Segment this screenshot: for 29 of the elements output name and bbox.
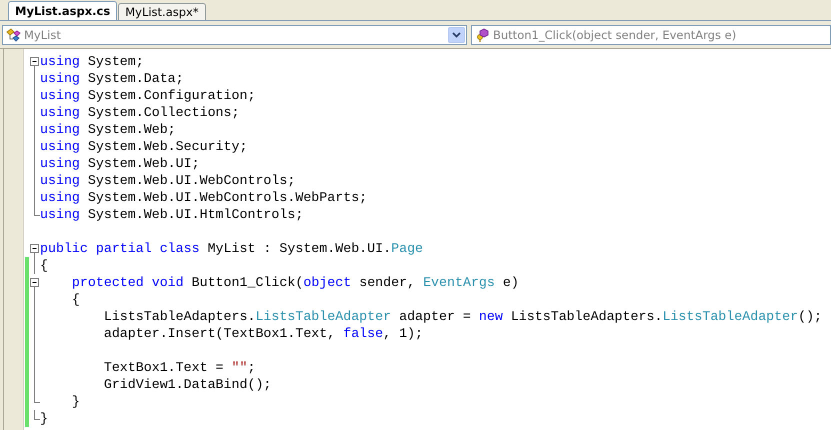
code-line: } — [40, 410, 48, 427]
code-line: protected void Button1_Click(object sender, EventArgs e) — [70, 274, 519, 291]
code-line: using System.Web.UI.HtmlControls; — [40, 206, 304, 223]
code-line: using System.Configuration; — [40, 87, 256, 104]
type-dropdown[interactable]: MyList — [2, 24, 467, 44]
outline-end — [34, 206, 40, 216]
member-dropdown[interactable]: Button1_Click(object sender, EventArgs e) — [471, 24, 831, 44]
code-line: { — [40, 257, 48, 274]
code-line: using System.Web.UI.WebControls; — [40, 172, 296, 189]
code-line: using System.Data; — [40, 70, 184, 87]
code-line: using System.Web.UI.WebControls.WebParts; — [40, 189, 368, 206]
file-tab[interactable]: MyList.aspx* — [118, 3, 206, 20]
code-line: GridView1.DataBind(); — [102, 376, 272, 393]
code-line: using System.Web; — [40, 121, 176, 138]
method-icon — [475, 28, 491, 42]
code-line: public partial class MyList : System.Web.UI.Page — [40, 240, 424, 257]
code-line: } — [70, 393, 80, 410]
class-icon — [6, 28, 22, 42]
chevron-down-icon — [452, 32, 461, 38]
code-line: using System.Collections; — [40, 104, 240, 121]
file-tab[interactable]: MyList.aspx.cs — [8, 1, 118, 20]
code-line: { — [70, 291, 80, 308]
code-line: using System.Web.UI; — [40, 155, 200, 172]
code-line: ListsTableAdapters.ListsTableAdapter adapter = new ListsTableAdapters.ListsTableAdapter(); — [102, 308, 822, 325]
code-line: using System; — [40, 53, 144, 70]
code-line: using System.Web.Security; — [40, 138, 248, 155]
code-line: adapter.Insert(TextBox1.Text, false, 1); — [102, 325, 424, 342]
dropdown-button[interactable] — [448, 26, 465, 42]
code-line: TextBox1.Text = ""; — [102, 359, 256, 376]
